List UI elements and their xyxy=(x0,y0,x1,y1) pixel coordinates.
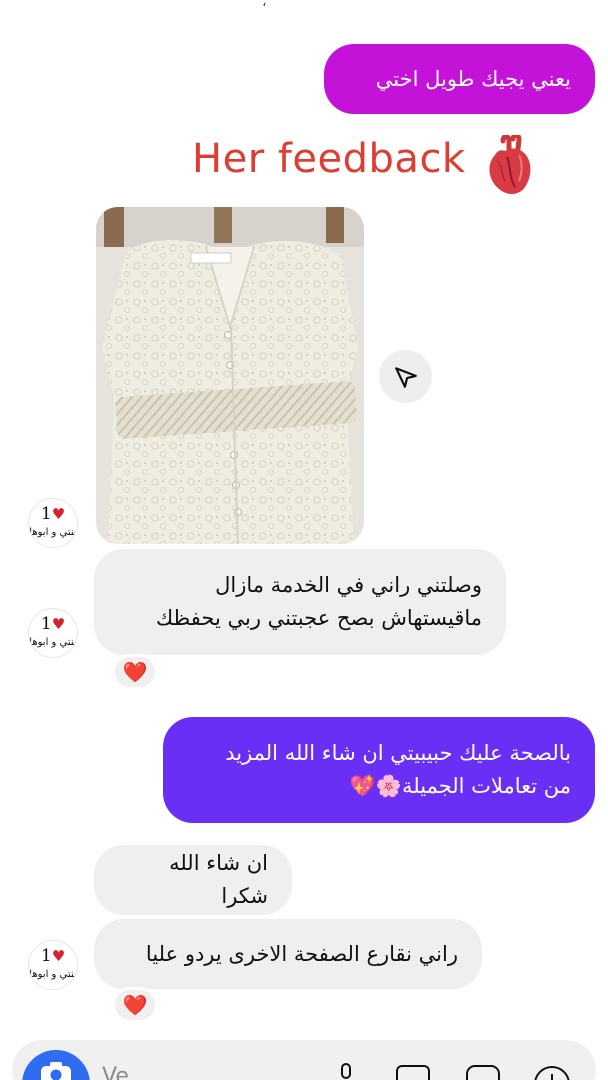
incoming-message[interactable]: ان شاء الله شكرا xyxy=(94,845,292,915)
message-text: راني نقارع الصفحة الاخرى يردو عليا xyxy=(145,941,458,966)
avatar-label: بنتي و ابوها xyxy=(29,637,77,648)
message-line: من تعاملات الجميلة🌸💖 xyxy=(349,774,571,798)
sticker-icon[interactable] xyxy=(465,1062,501,1080)
plus-icon[interactable] xyxy=(532,1062,572,1080)
incoming-message[interactable]: راني نقارع الصفحة الاخرى يردو عليا xyxy=(94,919,482,989)
heart-icon: ♥ xyxy=(51,615,66,633)
message-input[interactable]: Ve xyxy=(102,1064,129,1080)
heart-reaction[interactable]: ❤️ xyxy=(112,654,158,690)
contact-avatar[interactable]: 1♥ بنتي و ابوها xyxy=(28,940,78,990)
dress-photo[interactable] xyxy=(96,207,364,544)
heart-icon: ❤️ xyxy=(122,660,148,684)
message-text: ان شاء الله شكرا xyxy=(169,851,268,908)
anatomical-heart-icon xyxy=(489,135,531,195)
camera-icon xyxy=(41,1062,71,1080)
outgoing-message[interactable]: بالصحة عليك حبيبيتي ان شاء الله المزيد م… xyxy=(163,717,595,823)
incoming-message[interactable]: وصلتني راني في الخدمة مازال ماقيستهاش بص… xyxy=(94,549,506,655)
gallery-icon[interactable] xyxy=(395,1062,431,1080)
top-fragment-text: ، xyxy=(262,0,267,10)
contact-avatar[interactable]: 1♥ بنتي و ابوها xyxy=(28,498,78,548)
message-line: ماقيستهاش بصح عجبتني ربي يحفظك xyxy=(155,606,482,630)
share-icon xyxy=(394,366,417,388)
feedback-title: Her feedback xyxy=(192,136,466,182)
avatar-label: بنتي و ابوها xyxy=(29,969,77,980)
message-composer xyxy=(12,1040,596,1080)
heart-reaction[interactable]: ❤️ xyxy=(112,987,158,1023)
share-button[interactable] xyxy=(379,350,432,403)
avatar-number: 1 xyxy=(40,946,52,966)
dress-image xyxy=(96,207,364,544)
heart-icon: ♥ xyxy=(51,947,66,965)
contact-avatar[interactable]: 1♥ بنتي و ابوها xyxy=(28,608,78,658)
avatar-label: بنتي و ابوها xyxy=(29,527,77,538)
message-line: وصلتني راني في الخدمة مازال xyxy=(215,573,482,597)
avatar-number: 1 xyxy=(40,504,52,524)
heart-icon: ❤️ xyxy=(122,993,148,1017)
message-text: يعني يجيك طويل اختي xyxy=(375,66,571,91)
outgoing-message[interactable]: يعني يجيك طويل اختي xyxy=(324,44,595,114)
message-line: بالصحة عليك حبيبيتي ان شاء الله المزيد xyxy=(225,741,571,765)
avatar-number: 1 xyxy=(40,614,52,634)
microphone-icon[interactable] xyxy=(334,1062,358,1080)
heart-icon: ♥ xyxy=(51,505,66,523)
